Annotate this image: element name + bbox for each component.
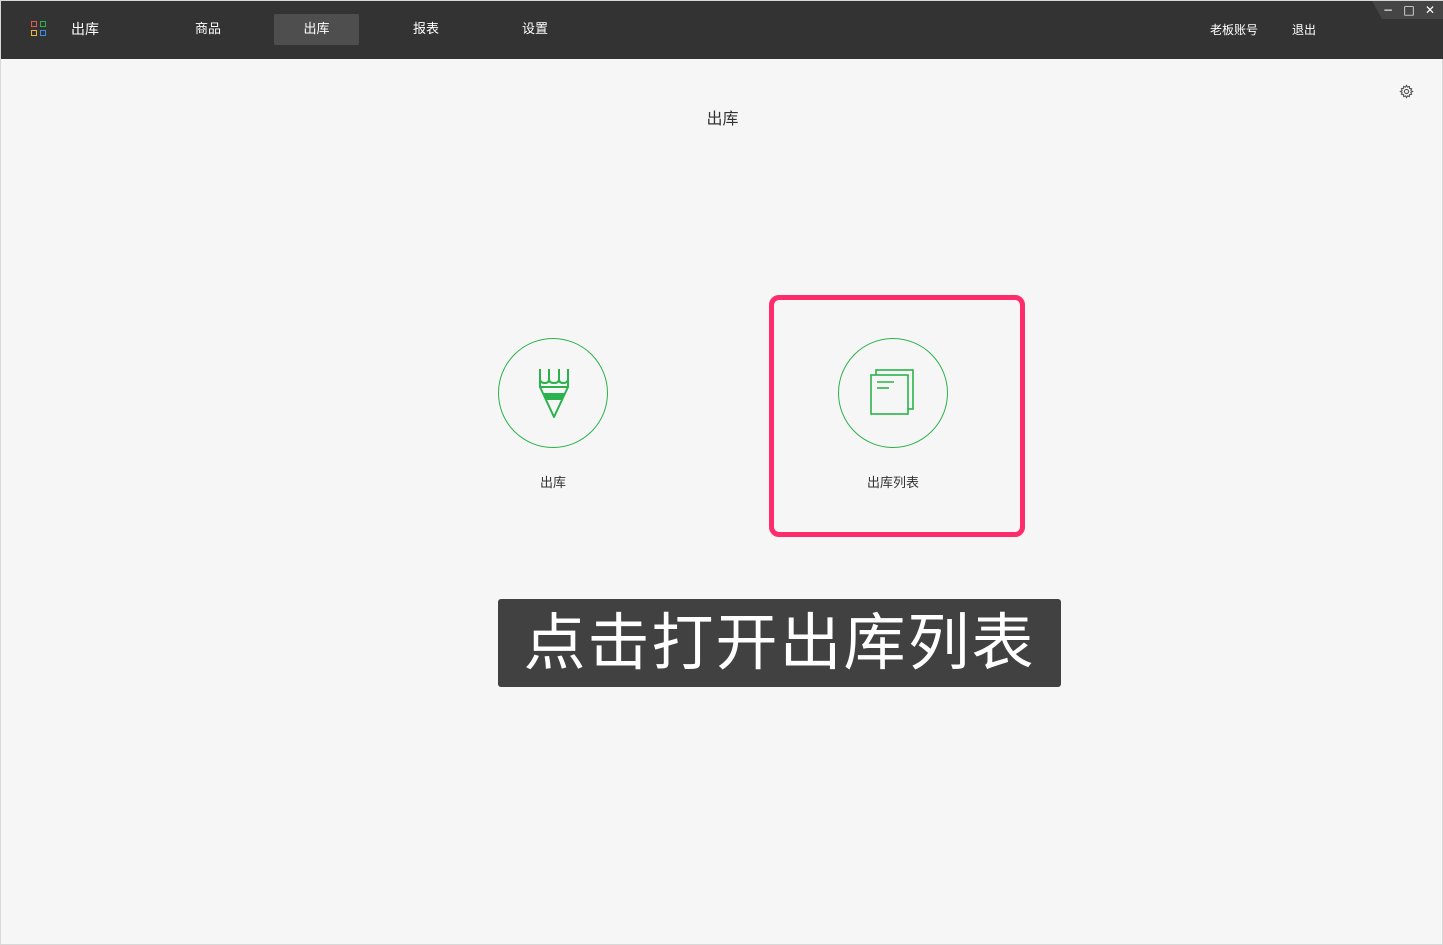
logout-link[interactable]: 退出 <box>1292 20 1316 40</box>
nav-item-settings[interactable]: 设置 <box>494 14 576 45</box>
outbound-tile-label: 出库 <box>539 476 566 491</box>
maximize-button[interactable]: □ <box>1400 1 1418 19</box>
gear-icon[interactable] <box>1399 84 1414 99</box>
top-bar: 出库 商品 出库 报表 设置 老板账号 退出 − □ ✕ <box>1 1 1443 59</box>
minimize-button[interactable]: − <box>1379 1 1397 19</box>
app-window: 出库 商品 出库 报表 设置 老板账号 退出 − □ ✕ 出库 出库 出库列表 … <box>0 0 1443 945</box>
page-title: 出库 <box>706 109 739 128</box>
outbound-tile-circle <box>498 338 608 448</box>
tutorial-caption: 点击打开出库列表 <box>498 599 1061 687</box>
window-controls: − □ ✕ <box>1372 1 1443 19</box>
close-button[interactable]: ✕ <box>1421 1 1439 19</box>
pencil-icon <box>539 369 569 418</box>
app-grid-icon <box>31 21 49 39</box>
nav-item-reports[interactable]: 报表 <box>385 14 467 45</box>
nav-item-products[interactable]: 商品 <box>167 14 249 45</box>
outbound-tile[interactable]: 出库 <box>473 338 633 518</box>
boss-account-link[interactable]: 老板账号 <box>1210 20 1258 40</box>
app-title: 出库 <box>71 22 99 38</box>
nav-item-outbound[interactable]: 出库 <box>274 14 359 45</box>
highlight-box <box>769 295 1025 537</box>
